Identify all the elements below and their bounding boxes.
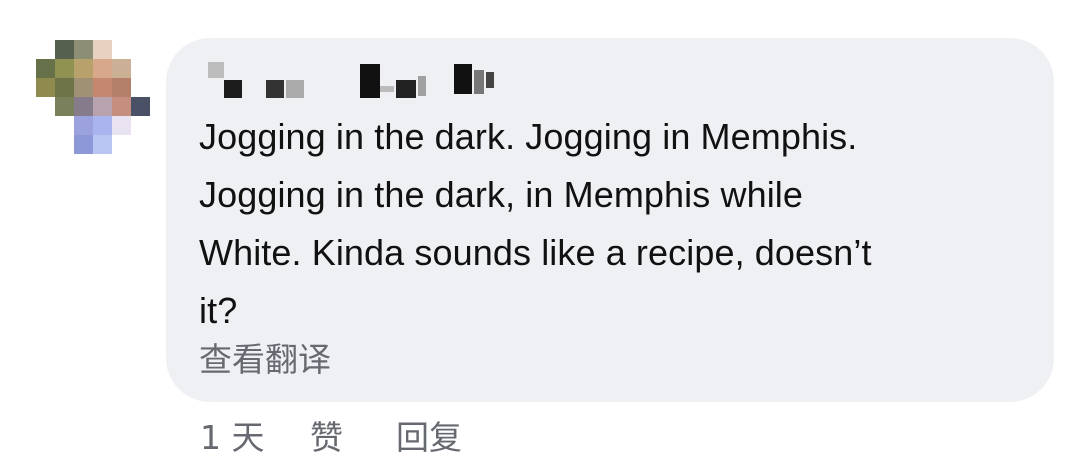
avatar-pixel-mosaic (36, 40, 150, 154)
comment-line: Jogging in the dark. Jogging in Memphis. (199, 116, 858, 157)
reply-button[interactable]: 回复 (396, 415, 462, 461)
comment-line: it? (199, 290, 238, 331)
comment-text: Jogging in the dark. Jogging in Memphis.… (199, 108, 1039, 340)
see-translation-link[interactable]: 查看翻译 (199, 338, 331, 382)
avatar[interactable] (36, 40, 152, 158)
comment-line: Jogging in the dark, in Memphis while (199, 174, 804, 215)
comment-timestamp: 1 天 (200, 418, 265, 457)
comment-line: White. Kinda sounds like a recipe, doesn… (199, 232, 872, 273)
like-button[interactable]: 赞 (310, 415, 343, 461)
author-name-pixelated[interactable] (200, 58, 520, 100)
